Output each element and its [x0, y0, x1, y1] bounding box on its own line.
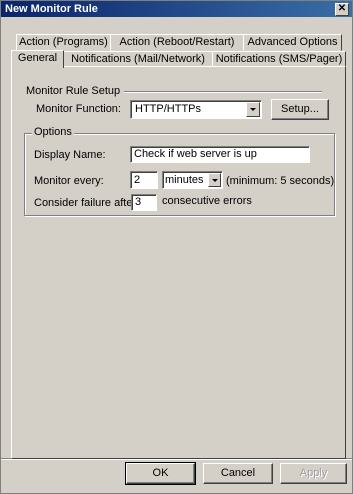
window-title: New Monitor Rule [5, 3, 98, 15]
minimum-interval-note: (minimum: 5 seconds) [226, 175, 335, 187]
tab-action-reboot-restart[interactable]: Action (Reboot/Restart) [110, 34, 244, 51]
monitor-function-label: Monitor Function: [36, 103, 121, 115]
setup-button[interactable]: Setup... [271, 99, 329, 120]
monitor-every-label: Monitor every: [34, 175, 104, 187]
display-name-field[interactable]: Check if web server is up [130, 146, 310, 163]
setup-section-title: Monitor Rule Setup [26, 85, 121, 97]
tab-action-programs[interactable]: Action (Programs) [16, 34, 111, 51]
interval-unit-value: minutes [165, 174, 204, 186]
general-tab-panel: Monitor Rule Setup Monitor Function: HTT… [11, 66, 346, 459]
cancel-button[interactable]: Cancel [203, 463, 273, 484]
monitor-rule-dialog: New Monitor Rule ✕ Action (Programs) Act… [0, 0, 353, 494]
title-bar[interactable]: New Monitor Rule ✕ [1, 1, 352, 17]
close-icon[interactable]: ✕ [335, 3, 349, 16]
display-name-label: Display Name: [34, 149, 106, 161]
failure-threshold-label: Consider failure after: [34, 197, 140, 209]
monitor-every-field[interactable]: 2 [130, 171, 158, 189]
monitor-function-select[interactable]: HTTP/HTTPs [130, 100, 262, 119]
ok-button[interactable]: OK [125, 462, 196, 485]
monitor-function-value: HTTP/HTTPs [135, 103, 201, 115]
tab-general[interactable]: General [11, 50, 64, 68]
tab-advanced-options[interactable]: Advanced Options [243, 34, 342, 51]
chevron-down-icon[interactable] [246, 102, 260, 117]
failure-threshold-field[interactable]: 3 [131, 194, 157, 211]
options-group-title: Options [32, 126, 74, 139]
interval-unit-select[interactable]: minutes [162, 171, 223, 189]
apply-button[interactable]: Apply [280, 463, 347, 484]
failure-threshold-suffix: consecutive errors [162, 195, 252, 207]
setup-section-divider [124, 91, 322, 93]
chevron-down-icon[interactable] [208, 173, 221, 187]
